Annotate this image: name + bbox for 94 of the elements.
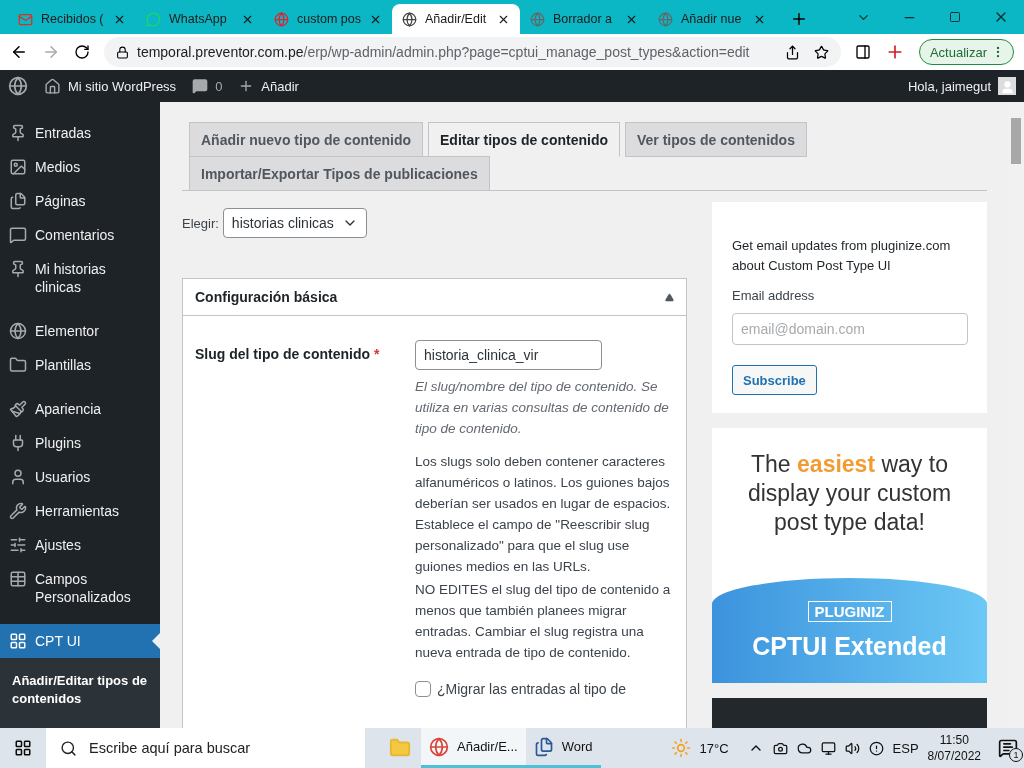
browser-tab[interactable]: Borrador a <box>520 4 648 34</box>
site-link[interactable]: Mi sitio WordPress <box>68 78 177 94</box>
back-icon[interactable] <box>10 43 28 61</box>
collapse-icon[interactable] <box>665 292 674 302</box>
side-panel-icon[interactable] <box>854 44 871 60</box>
slug-field[interactable]: historia_clinica_vir <box>415 340 602 370</box>
network-icon[interactable] <box>820 740 836 756</box>
folder-icon <box>9 356 27 374</box>
menu-item[interactable]: Mi historias clinicas <box>0 252 160 304</box>
search-icon <box>60 739 77 757</box>
browser-tab[interactable]: WhatsApp <box>136 4 264 34</box>
brush-icon <box>9 400 27 418</box>
globe-icon <box>402 11 417 27</box>
document-icon <box>533 736 554 757</box>
lock-icon <box>116 45 129 59</box>
globe-icon <box>429 736 449 757</box>
sliders-icon <box>9 536 27 554</box>
browser-tab[interactable]: custom pos <box>264 4 392 34</box>
update-button[interactable]: Actualizar <box>918 39 1014 65</box>
field-note: NO EDITES el slug del tipo de contenido a menos que también planees migrar entradas. Cambiar el slug registra una nueva entrada de tipo de contenido. <box>415 581 672 662</box>
pages-icon <box>9 192 27 210</box>
globe-icon <box>530 11 545 27</box>
scrollbar[interactable] <box>1008 102 1024 728</box>
clock[interactable]: 11:50 8/07/2022 <box>927 732 981 764</box>
menu-item[interactable]: Plugins <box>0 426 160 460</box>
grid-icon <box>9 632 27 650</box>
star-icon[interactable] <box>813 44 829 60</box>
home-icon[interactable] <box>44 77 61 95</box>
language[interactable]: ESP <box>892 740 919 756</box>
speaker-icon[interactable] <box>844 740 860 756</box>
user-icon <box>9 468 27 486</box>
new-link[interactable]: Añadir <box>261 78 299 94</box>
email-field[interactable]: email@domain.com <box>732 313 968 345</box>
menu-item[interactable]: Ajustes <box>0 528 160 562</box>
camera-icon[interactable] <box>772 740 788 756</box>
menu-item[interactable]: Usuarios <box>0 460 160 494</box>
menu-item[interactable]: Entradas <box>0 116 160 150</box>
ad-headline: The easiest way to display your custom post type data! <box>746 450 953 537</box>
comment-icon[interactable] <box>192 78 209 94</box>
panel-title: Configuración básica <box>195 289 338 305</box>
pin-icon <box>9 124 27 142</box>
taskbar-search[interactable]: Escribe aquí para buscar <box>46 728 365 768</box>
newsletter-heading: Get email updates from pluginize.com about Custom Post Type UI <box>732 237 952 275</box>
pin-icon <box>9 260 27 278</box>
notification-count: 1 <box>1009 748 1023 762</box>
menu-item[interactable]: Elementor <box>0 314 160 348</box>
temperature[interactable]: 17°C <box>699 740 729 756</box>
migrate-checkbox[interactable] <box>415 681 431 697</box>
brand-logo: PLUGINIZ <box>807 600 892 622</box>
taskbar-app[interactable]: Añadir/E... <box>421 728 526 768</box>
cloud-icon[interactable] <box>796 740 812 756</box>
share-icon[interactable] <box>784 44 800 60</box>
browser-tab[interactable]: Añadir nue <box>648 4 776 34</box>
menu-item[interactable]: CPT UI <box>0 624 160 658</box>
menu-item[interactable]: Páginas <box>0 184 160 218</box>
checkbox-label: ¿Migrar las entradas al tipo de <box>437 681 627 697</box>
email-label: Email address <box>732 288 816 303</box>
menu-item[interactable]: Plantillas <box>0 348 160 382</box>
notification-icon[interactable] <box>998 738 1018 758</box>
comment-icon <box>9 226 27 244</box>
menu-item[interactable]: Medios <box>0 150 160 184</box>
menu-item[interactable]: Apariencia <box>0 392 160 426</box>
address-field[interactable]: temporal.preventor.com.pe/erp/wp-admin/admin.php?page=cptui_manage_post_types&action=edit <box>104 37 841 67</box>
greeting-link[interactable]: Hola, jaimegut <box>907 78 991 94</box>
subscribe-button[interactable]: Subscribe <box>732 365 817 395</box>
field-note: Los slugs solo deben contener caracteres alfanuméricos o latinos. Los guiones bajos deberían ser usados en lugar de espacios. Establece el campo de "Reescribir slug personalizado" para que el slug use guiones medios en las URLs. <box>415 453 672 576</box>
mail-icon <box>18 11 33 27</box>
browser-tab[interactable]: Añadir/Edit <box>392 4 520 34</box>
globe-icon <box>658 11 673 27</box>
ad-banner[interactable]: The easiest way to display your custom post type data! PLUGINIZ CPTUI Extended <box>712 428 987 683</box>
new-tab-icon[interactable] <box>790 10 808 28</box>
reload-icon[interactable] <box>74 44 90 60</box>
tab[interactable]: Editar tipos de contenido <box>428 122 620 157</box>
menu-item[interactable]: Herramientas <box>0 494 160 528</box>
globe-icon <box>274 11 289 27</box>
choose-label: Elegir: <box>182 215 219 231</box>
post-type-select[interactable]: historias clinicas <box>222 208 367 238</box>
media-icon <box>9 158 27 176</box>
comment-count: 0 <box>215 78 223 94</box>
alert-icon[interactable] <box>868 740 884 756</box>
field-description: El slug/nombre del tipo de contenido. Se utiliza en varias consultas de contenido de tipo de contenido. <box>415 378 670 438</box>
field-label: Slug del tipo de contenido * <box>195 345 381 364</box>
table-icon <box>9 570 27 588</box>
chat-icon <box>146 11 161 27</box>
browser-tab[interactable]: Recibidos ( <box>8 4 136 34</box>
maximize-icon[interactable] <box>949 11 961 23</box>
menu-item[interactable]: Campos Personalizados <box>0 562 160 614</box>
menu-item[interactable]: Comentarios <box>0 218 160 252</box>
product-name: CPTUI Extended <box>752 631 947 661</box>
wrench-icon <box>9 502 27 520</box>
tab[interactable]: Añadir nuevo tipo de contenido <box>189 122 423 157</box>
tab[interactable]: Importar/Exportar Tipos de publicaciones <box>189 156 490 191</box>
taskbar-app[interactable]: Word <box>525 728 601 768</box>
tab[interactable]: Ver tipos de contenidos <box>625 122 807 157</box>
